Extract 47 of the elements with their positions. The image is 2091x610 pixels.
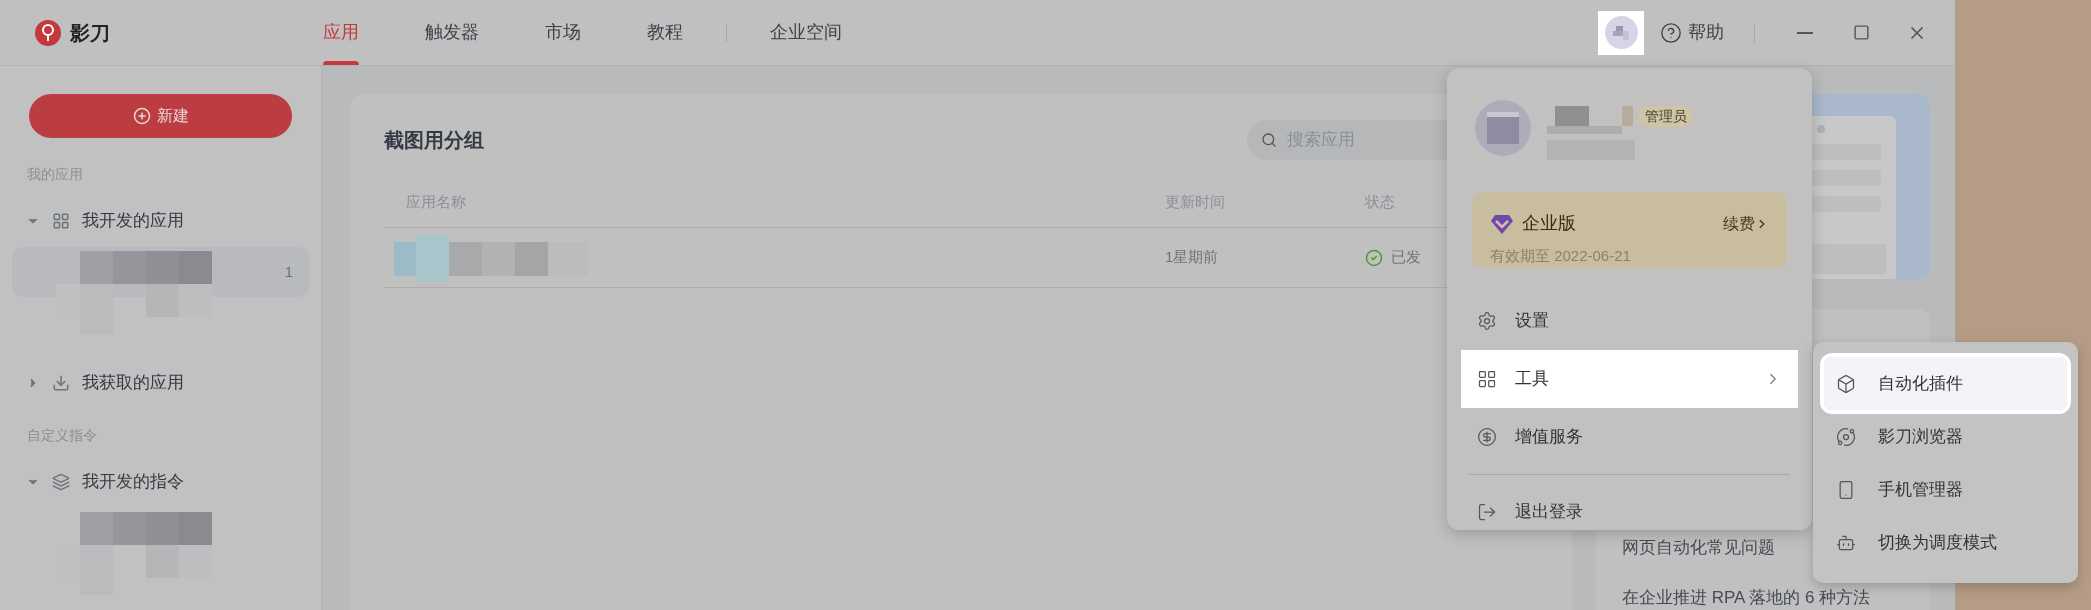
search-icon xyxy=(1261,132,1277,148)
avatar-button[interactable] xyxy=(1598,10,1644,55)
minimize-icon xyxy=(1797,31,1813,34)
grid-icon xyxy=(52,212,70,230)
logout-icon xyxy=(1477,501,1497,522)
logo-icon xyxy=(34,18,62,47)
article-link[interactable]: 网页自动化常见问题 xyxy=(1622,535,1775,561)
role-badge: 管理员 xyxy=(1639,106,1693,127)
submenu-item[interactable]: 切换为调度模式 xyxy=(1824,516,2067,569)
avatar-icon xyxy=(1613,25,1629,40)
layers-icon xyxy=(52,473,70,491)
nav-tab[interactable]: 教程 xyxy=(614,0,716,65)
table-cell-text: 1星期前 xyxy=(1165,247,1220,268)
settings-icon xyxy=(1477,310,1497,331)
menu-item[interactable]: 工具 xyxy=(1461,349,1798,408)
help-icon xyxy=(1660,21,1682,44)
plus-icon xyxy=(132,107,151,125)
group-label: 我开发的应用 xyxy=(82,210,184,233)
group-label: 我开发的指令 xyxy=(82,471,184,494)
renew-link[interactable]: 续费 xyxy=(1723,211,1769,236)
menu-item[interactable]: 增值服务 xyxy=(1461,407,1798,466)
cube-icon xyxy=(1836,373,1856,394)
help-button[interactable]: 帮助 xyxy=(1660,19,1724,46)
tree-group[interactable]: 我开发的应用 xyxy=(12,203,309,239)
tree-group[interactable]: 我开发的指令 xyxy=(12,464,309,500)
nav-tab[interactable]: 触发器 xyxy=(392,0,512,65)
app-name: 影刀 xyxy=(70,20,110,46)
submenu-item[interactable]: 影刀浏览器 xyxy=(1824,410,2067,463)
new-button[interactable]: 新建 xyxy=(29,94,292,138)
avatar-icon xyxy=(1475,100,1531,156)
group-label: 我获取的应用 xyxy=(82,372,184,395)
table-cell-text: 已发 xyxy=(1391,247,1421,268)
download-icon xyxy=(52,374,70,392)
nav-tab[interactable]: 市场 xyxy=(512,0,614,65)
article-link[interactable]: 在企业推进 RPA 落地的 6 种方法 xyxy=(1622,584,1871,610)
expiry-date: 有效期至 2022-06-21 xyxy=(1490,246,1632,266)
group-title: 截图用分组 xyxy=(384,128,484,153)
submenu-item[interactable]: 手机管理器 xyxy=(1824,463,2067,516)
grid-icon xyxy=(1477,368,1497,389)
planet-icon xyxy=(1836,426,1856,447)
item-count: 1 xyxy=(284,262,293,282)
nav-tab[interactable]: 企业空间 xyxy=(737,0,875,65)
menu-item[interactable]: 设置 xyxy=(1461,291,1798,350)
maximize-icon xyxy=(1852,24,1870,41)
plan-name: 企业版 xyxy=(1522,212,1576,235)
tree-group[interactable]: 我获取的应用 xyxy=(12,365,309,401)
heart-icon xyxy=(1490,212,1514,235)
